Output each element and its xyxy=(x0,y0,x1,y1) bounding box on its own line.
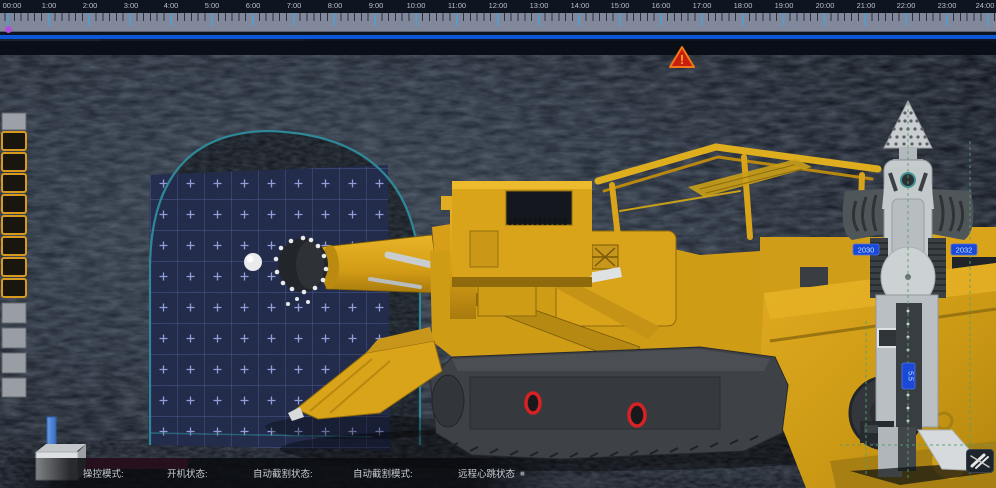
rig-badge-right: 2032 xyxy=(951,244,977,255)
svg-text:5.5: 5.5 xyxy=(907,371,914,381)
hour-ticks xyxy=(0,13,996,26)
time-label: 9:00 xyxy=(369,1,384,10)
power-status-label: 开机状态: xyxy=(167,466,208,480)
time-label: 1:00 xyxy=(42,1,57,10)
time-label: 14:00 xyxy=(571,1,590,10)
bottom-status-bar: 操控模式: 开机状态: 自动截割状态: 自动截割模式: 远程心跳状态■ xyxy=(0,458,560,488)
segmented-mast xyxy=(2,113,26,397)
time-label: 16:00 xyxy=(652,1,671,10)
track-marker-red xyxy=(526,393,540,413)
time-label: 8:00 xyxy=(328,1,343,10)
time-label: 20:00 xyxy=(816,1,835,10)
draw-disabled-icon[interactable] xyxy=(966,449,994,473)
time-label: 13:00 xyxy=(530,1,549,10)
time-label: 10:00 xyxy=(407,1,426,10)
time-label: 7:00 xyxy=(287,1,302,10)
control-mode-label: 操控模式: xyxy=(83,466,124,480)
time-label: 17:00 xyxy=(693,1,712,10)
time-label: 4:00 xyxy=(164,1,179,10)
time-label: 19:00 xyxy=(775,1,794,10)
time-label: 24:00 xyxy=(976,1,995,10)
remote-monitoring-3d-view: 00:00 1:00 2:00 3:00 4:00 5:00 6:00 7:00… xyxy=(0,0,996,488)
svg-text:2030: 2030 xyxy=(858,246,875,255)
time-label: 3:00 xyxy=(124,1,139,10)
auto-cut-mode-label: 自动截割模式: xyxy=(353,466,413,480)
crawler-track xyxy=(430,347,788,459)
target-sphere xyxy=(244,253,262,271)
time-label: 2:00 xyxy=(83,1,98,10)
time-label: 5:00 xyxy=(205,1,220,10)
heartbeat-indicator-icon: ■ xyxy=(520,469,525,478)
svg-text:2032: 2032 xyxy=(956,246,973,255)
time-label: 6:00 xyxy=(246,1,261,10)
track-marker-red xyxy=(629,404,645,426)
time-label: 23:00 xyxy=(938,1,957,10)
timeline-tick-track[interactable] xyxy=(0,13,996,32)
rig-badge-left: 2030 xyxy=(853,244,879,255)
time-label: 11:00 xyxy=(448,1,466,10)
time-label: 00:00 xyxy=(3,1,22,10)
tunnel-3d-scene[interactable]: 2030 2032 5.5 ! xyxy=(0,41,996,488)
time-label: 12:00 xyxy=(489,1,508,10)
svg-text:!: ! xyxy=(680,52,684,67)
time-label: 18:00 xyxy=(734,1,753,10)
operator-cab xyxy=(452,181,592,287)
timeline-playhead[interactable] xyxy=(5,26,12,33)
auto-cut-status-label: 自动截割状态: xyxy=(253,466,313,480)
remote-heartbeat-label: 远程心跳状态■ xyxy=(458,466,525,480)
time-label: 22:00 xyxy=(897,1,916,10)
time-label: 21:00 xyxy=(857,1,876,10)
time-label: 15:00 xyxy=(611,1,630,10)
rig-badge-leg: 5.5 xyxy=(902,363,915,389)
